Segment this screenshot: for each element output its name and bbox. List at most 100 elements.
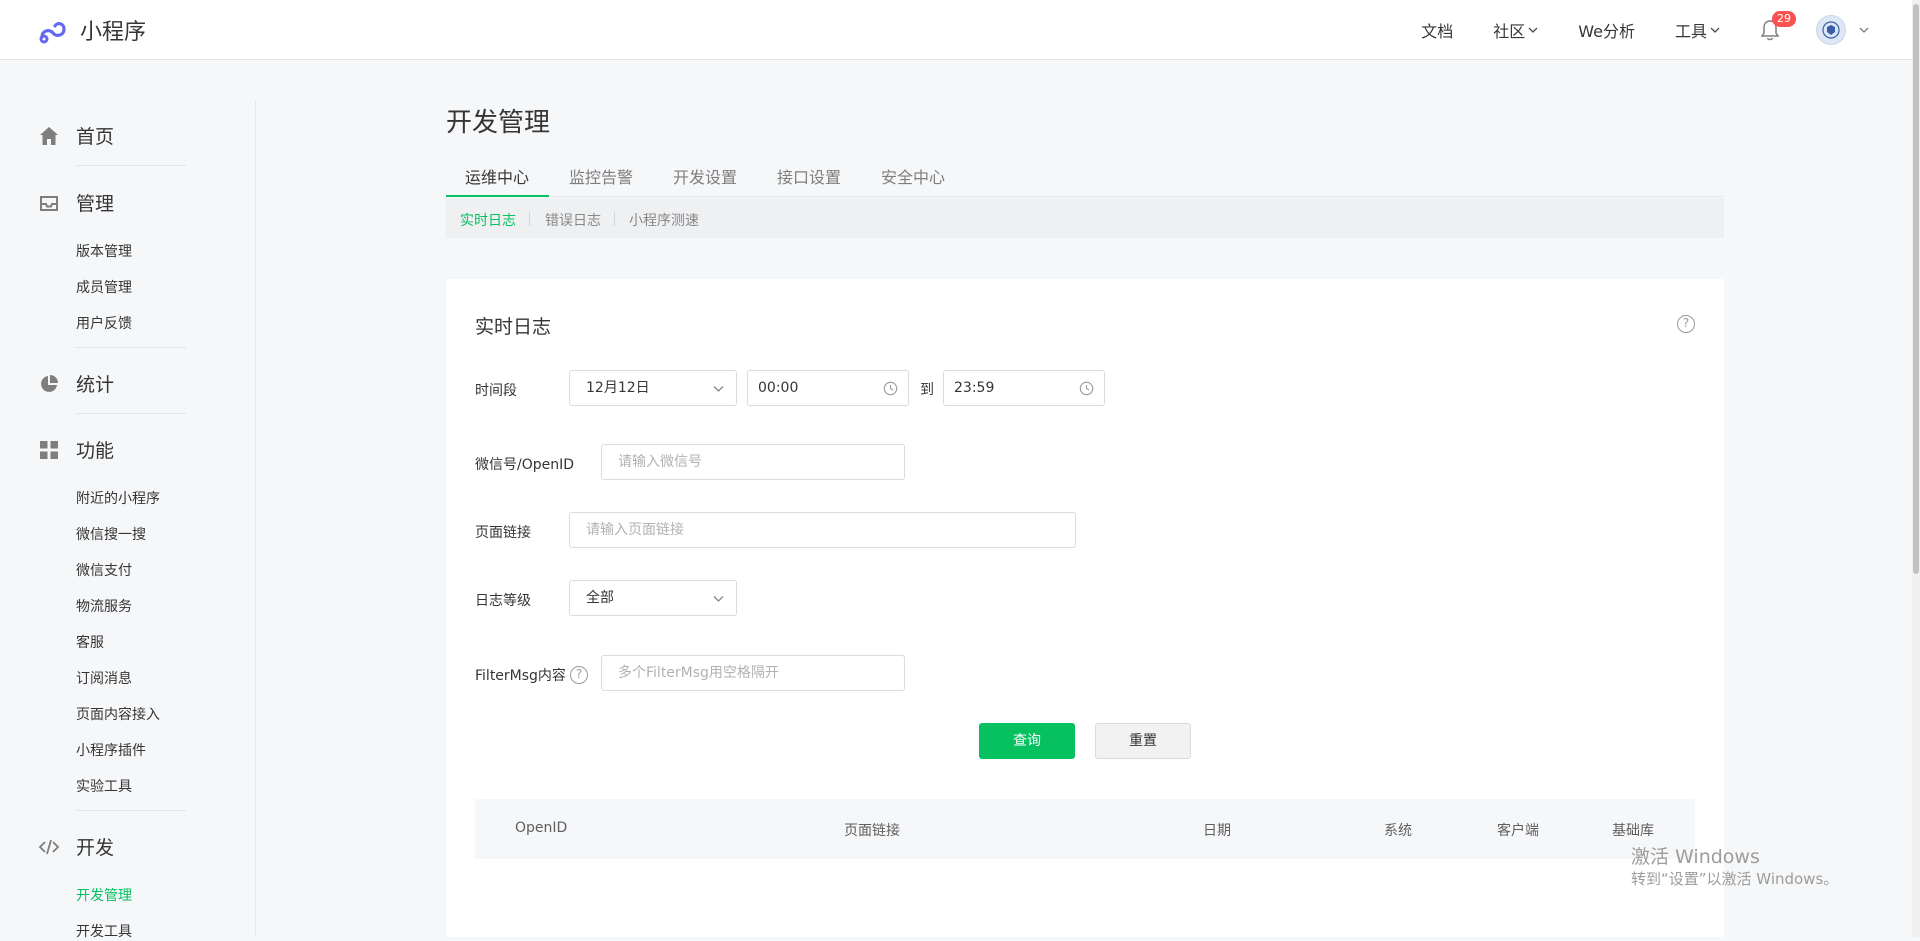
page-link-input[interactable]: 请输入页面链接 bbox=[569, 512, 1076, 548]
card-title: 实时日志 bbox=[475, 316, 552, 338]
column-header-page-link: 页面链接 bbox=[844, 823, 900, 839]
openid-label: 微信号/OpenID bbox=[475, 457, 575, 473]
sidebar-item-search[interactable]: 微信搜一搜 bbox=[76, 524, 146, 544]
notification-badge: 29 bbox=[1772, 11, 1796, 27]
sidebar-item-dev-tools[interactable]: 开发工具 bbox=[76, 921, 132, 941]
subtab-bar: 实时日志 错误日志 小程序测速 bbox=[446, 198, 1724, 238]
sidebar-item-dev-manage[interactable]: 开发管理 bbox=[76, 885, 132, 905]
inbox-icon bbox=[40, 195, 58, 211]
tab-monitoring[interactable]: 监控告警 bbox=[569, 164, 633, 188]
help-icon[interactable]: ? bbox=[1677, 315, 1695, 333]
nav-community[interactable]: 社区 bbox=[1493, 18, 1538, 42]
home-icon bbox=[40, 126, 58, 145]
tab-security[interactable]: 安全中心 bbox=[881, 164, 945, 188]
column-header-system: 系统 bbox=[1384, 823, 1412, 839]
reset-button[interactable]: 重置 bbox=[1095, 723, 1191, 759]
tab-dev-settings[interactable]: 开发设置 bbox=[673, 164, 737, 188]
sidebar-item-home[interactable]: 首页 bbox=[38, 122, 114, 149]
end-time-value: 23:59 bbox=[954, 380, 995, 396]
sidebar-item-pay[interactable]: 微信支付 bbox=[76, 560, 132, 580]
log-level-select[interactable]: 全部 bbox=[569, 580, 737, 616]
notification-button[interactable]: 29 bbox=[1760, 11, 1796, 41]
top-nav: 文档 社区 We分析 工具 29 bbox=[1381, 0, 1870, 60]
sidebar-group-dev-label: 开发 bbox=[76, 837, 115, 859]
mini-program-logo-icon bbox=[39, 22, 66, 44]
chevron-down-icon[interactable] bbox=[1858, 24, 1870, 36]
clock-icon bbox=[883, 381, 898, 396]
time-range-label: 时间段 bbox=[475, 383, 517, 399]
chevron-down-icon bbox=[713, 596, 724, 602]
page-title: 开发管理 bbox=[446, 108, 551, 138]
sidebar-item-version[interactable]: 版本管理 bbox=[76, 241, 132, 261]
sidebar-item-nearby[interactable]: 附近的小程序 bbox=[76, 488, 160, 508]
sidebar-item-logistics[interactable]: 物流服务 bbox=[76, 596, 132, 616]
chevron-down-icon bbox=[713, 386, 724, 392]
start-time-value: 00:00 bbox=[758, 380, 799, 396]
help-icon[interactable]: ? bbox=[570, 666, 588, 684]
chevron-down-icon bbox=[1710, 27, 1720, 33]
to-label: 到 bbox=[920, 382, 934, 398]
sidebar-group-features[interactable]: 功能 bbox=[38, 436, 114, 463]
sidebar-item-feedback[interactable]: 用户反馈 bbox=[76, 313, 132, 333]
nav-we-analytics[interactable]: We分析 bbox=[1578, 18, 1635, 42]
nav-tools[interactable]: 工具 bbox=[1675, 18, 1720, 42]
sidebar-item-home-label: 首页 bbox=[76, 126, 115, 148]
clock-icon bbox=[1079, 381, 1094, 396]
grid-icon bbox=[40, 440, 58, 459]
date-select-value: 12月12日 bbox=[586, 380, 650, 396]
scrollbar-thumb[interactable] bbox=[1913, 4, 1919, 574]
sidebar-group-manage-label: 管理 bbox=[76, 193, 115, 215]
activation-watermark-text: 转到“设置”以激活 Windows。 bbox=[1631, 870, 1839, 888]
code-icon bbox=[38, 839, 60, 854]
sidebar-item-subscribe[interactable]: 订阅消息 bbox=[76, 668, 132, 688]
query-button[interactable]: 查询 bbox=[979, 723, 1075, 759]
tab-ops-center[interactable]: 运维中心 bbox=[465, 164, 529, 188]
sidebar-item-plugin[interactable]: 小程序插件 bbox=[76, 740, 146, 760]
nav-tools-label: 工具 bbox=[1674, 22, 1707, 41]
end-time-input[interactable]: 23:59 bbox=[943, 370, 1105, 406]
sidebar-item-lab[interactable]: 实验工具 bbox=[76, 776, 132, 796]
nav-community-label: 社区 bbox=[1493, 22, 1526, 41]
nav-docs-label: 文档 bbox=[1421, 22, 1454, 41]
divider bbox=[76, 165, 186, 166]
subtab-realtime-log[interactable]: 实时日志 bbox=[460, 210, 516, 230]
avatar[interactable] bbox=[1816, 15, 1846, 45]
sidebar-group-stats-label: 统计 bbox=[76, 374, 115, 396]
start-time-input[interactable]: 00:00 bbox=[747, 370, 909, 406]
log-level-label: 日志等级 bbox=[475, 593, 531, 609]
divider bbox=[529, 212, 530, 226]
sidebar: 首页 管理 版本管理 成员管理 用户反馈 统计 功能 附近的小程序 微信搜一搜 … bbox=[0, 100, 256, 940]
subtab-error-log[interactable]: 错误日志 bbox=[545, 210, 601, 230]
filter-msg-label: FilterMsg内容 bbox=[475, 668, 566, 684]
sidebar-item-content[interactable]: 页面内容接入 bbox=[76, 704, 160, 724]
nav-docs[interactable]: 文档 bbox=[1421, 18, 1453, 42]
sidebar-group-manage[interactable]: 管理 bbox=[38, 189, 114, 216]
logo-text: 小程序 bbox=[80, 20, 147, 45]
sidebar-item-members[interactable]: 成员管理 bbox=[76, 277, 132, 297]
sidebar-group-stats[interactable]: 统计 bbox=[38, 370, 114, 397]
activation-watermark-title: 激活 Windows bbox=[1631, 846, 1760, 868]
scrollbar-track[interactable] bbox=[1912, 0, 1920, 937]
log-level-value: 全部 bbox=[586, 590, 614, 606]
avatar-emblem-icon bbox=[1822, 21, 1840, 39]
logo[interactable]: 小程序 bbox=[38, 14, 146, 46]
pie-chart-icon bbox=[41, 374, 58, 392]
filter-msg-input[interactable]: 多个FilterMsg用空格隔开 bbox=[601, 655, 905, 691]
tab-api-settings[interactable]: 接口设置 bbox=[777, 164, 841, 188]
realtime-log-card: 实时日志 ? 时间段 12月12日 00:00 到 23:59 微信号/Open… bbox=[446, 279, 1724, 937]
chevron-down-icon bbox=[1528, 27, 1538, 33]
divider bbox=[76, 347, 186, 348]
sidebar-item-customer-service[interactable]: 客服 bbox=[76, 632, 104, 652]
column-header-date: 日期 bbox=[1203, 823, 1231, 839]
tab-active-indicator bbox=[446, 195, 549, 197]
nav-we-analytics-label: We分析 bbox=[1578, 22, 1635, 41]
divider bbox=[614, 212, 615, 226]
column-header-client: 客户端 bbox=[1497, 823, 1539, 839]
date-select[interactable]: 12月12日 bbox=[569, 370, 737, 406]
tab-bar: 运维中心 监控告警 开发设置 接口设置 安全中心 bbox=[446, 158, 1724, 197]
sidebar-group-dev[interactable]: 开发 bbox=[38, 833, 114, 860]
divider bbox=[76, 413, 186, 414]
top-bar: 小程序 文档 社区 We分析 工具 29 bbox=[0, 0, 1920, 60]
subtab-speed-test[interactable]: 小程序测速 bbox=[629, 210, 699, 230]
openid-input[interactable]: 请输入微信号 bbox=[601, 444, 905, 480]
